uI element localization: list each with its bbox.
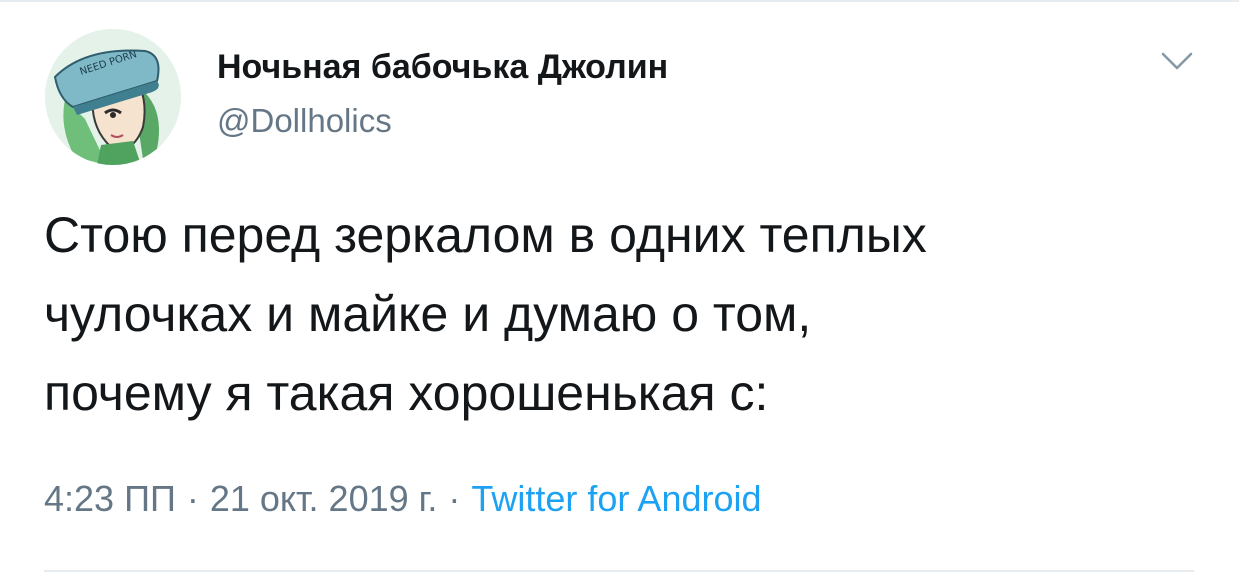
tweet-meta: 4:23 ПП · 21 окт. 2019 г. · Twitter for Andr…	[44, 478, 762, 520]
tweet-text: Стою перед зеркалом в одних теплых чулоч…	[44, 207, 927, 421]
meta-separator: ·	[448, 478, 461, 519]
author-display-name[interactable]: Ночьная бабочька Джолин	[217, 48, 668, 87]
avatar[interactable]: NEED PORN	[45, 29, 181, 165]
tweet-time[interactable]: 4:23 ПП	[44, 478, 176, 519]
tweet-source-link[interactable]: Twitter for Android	[471, 478, 761, 519]
tweet-date[interactable]: 21 окт. 2019 г.	[210, 478, 438, 519]
tweet-card: NEED PORN Ночьная бабочька Джолин @Dollh…	[0, 0, 1239, 580]
chevron-down-icon	[1161, 52, 1193, 70]
meta-separator: ·	[186, 478, 199, 519]
tweet-menu-button[interactable]	[1160, 50, 1194, 74]
bottom-divider	[44, 570, 1194, 572]
avatar-image: NEED PORN	[45, 29, 181, 165]
author-handle[interactable]: @Dollholics	[217, 102, 392, 140]
top-border	[0, 0, 1239, 2]
